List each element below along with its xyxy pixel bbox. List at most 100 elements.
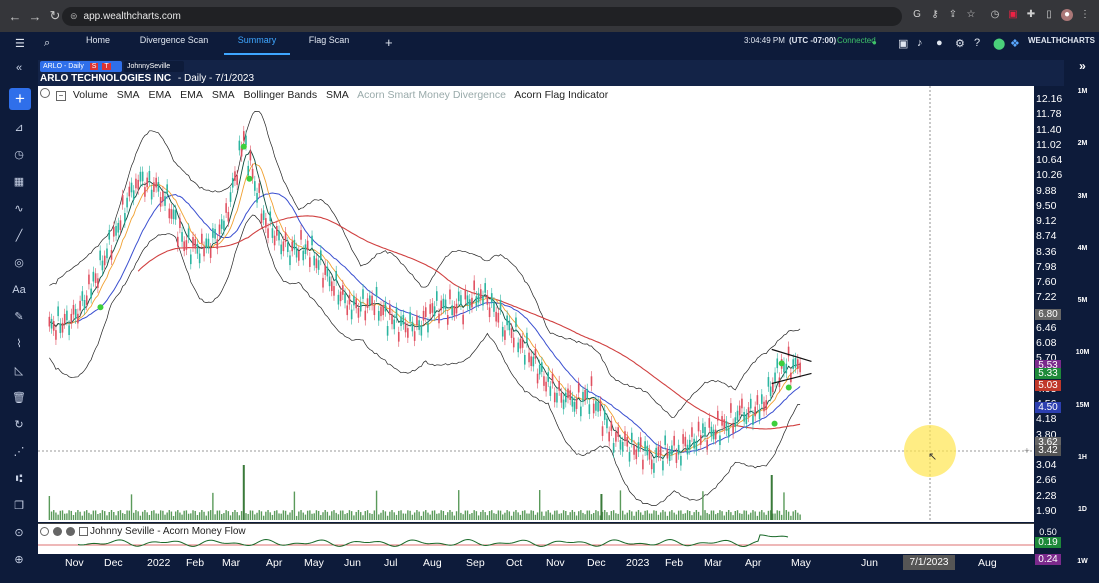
- shapes-tool-icon[interactable]: ◎: [10, 254, 28, 272]
- price-tick: 10.64: [1036, 154, 1063, 167]
- refresh-tool-icon[interactable]: ↻: [10, 416, 28, 434]
- timeframe-2m[interactable]: 2M: [1066, 140, 1099, 147]
- line-tool-icon[interactable]: ╱: [10, 227, 28, 245]
- tab-flag-scan[interactable]: Flag Scan: [303, 32, 355, 55]
- notification-icon[interactable]: ●: [936, 37, 943, 49]
- back-icon[interactable]: ←: [6, 9, 24, 24]
- timeframe-10m[interactable]: 10M: [1066, 349, 1099, 356]
- search-icon[interactable]: ⌕: [44, 37, 50, 50]
- signal-dot: [785, 384, 792, 391]
- kebab-menu-icon[interactable]: ⋮: [1079, 9, 1091, 21]
- month-label: Oct: [506, 557, 523, 569]
- timeframe-1h[interactable]: 1H: [1066, 454, 1099, 461]
- candle-body: [115, 226, 117, 236]
- timeframe-1d[interactable]: 1D: [1066, 506, 1099, 513]
- site-info-icon[interactable]: ⊜: [70, 11, 78, 22]
- save-icon[interactable]: ▣: [898, 37, 908, 50]
- bell-icon[interactable]: ♪: [917, 37, 923, 49]
- candle-body: [339, 291, 342, 302]
- chart-type-icon[interactable]: ⊿: [10, 119, 28, 137]
- timeframe-15m[interactable]: 15M: [1066, 402, 1099, 409]
- profile-avatar-icon[interactable]: ●: [1061, 9, 1073, 21]
- volume-bar: [484, 512, 486, 520]
- trash-icon[interactable]: 🗑: [10, 389, 28, 407]
- price-chart[interactable]: [38, 86, 1034, 522]
- volume-bar: [517, 512, 519, 520]
- candle-body: [553, 392, 556, 403]
- volume-bar: [480, 511, 482, 520]
- collapse-right-icon[interactable]: »: [1066, 59, 1099, 73]
- collapse-left-icon[interactable]: «: [10, 59, 28, 77]
- volume-bar: [530, 510, 532, 520]
- pencil-tool-icon[interactable]: ✎: [10, 308, 28, 326]
- add-tab-icon[interactable]: +: [385, 35, 393, 50]
- globe-icon[interactable]: ⊕: [10, 551, 28, 569]
- gear-icon[interactable]: ⚙: [955, 37, 965, 50]
- indicators-icon[interactable]: ⋰: [10, 443, 28, 461]
- candle-body: [148, 170, 151, 181]
- volume-bar: [449, 510, 451, 520]
- candle-body: [397, 331, 400, 342]
- volume-bar: [626, 512, 628, 520]
- star-icon[interactable]: ☆: [965, 9, 977, 21]
- puzzle-icon[interactable]: ✚: [1025, 9, 1037, 21]
- timezone[interactable]: (UTC -07:00): [789, 32, 836, 49]
- trend-tool-icon[interactable]: ∿: [10, 200, 28, 218]
- timeframe-5m[interactable]: 5M: [1066, 297, 1099, 304]
- clock-tool-icon[interactable]: ◷: [10, 146, 28, 164]
- google-icon[interactable]: G: [911, 9, 923, 21]
- timeframe-1w[interactable]: 1W: [1066, 558, 1099, 565]
- sidepanel-icon[interactable]: ▯: [1043, 9, 1055, 21]
- key-icon[interactable]: ⚷: [929, 9, 941, 21]
- text-tool-icon[interactable]: Aa: [10, 281, 28, 299]
- forward-icon[interactable]: →: [26, 9, 44, 24]
- tab-divergence-scan[interactable]: Divergence Scan: [138, 32, 210, 55]
- candle-body: [639, 437, 642, 447]
- timeframe-4m[interactable]: 4M: [1066, 245, 1099, 252]
- volume-bar: [610, 511, 613, 520]
- help-icon[interactable]: ?: [974, 37, 980, 49]
- osc-collapse-icon[interactable]: [79, 527, 88, 536]
- ticker-pill[interactable]: ARLO - Daily S T: [40, 61, 122, 72]
- calendar-icon[interactable]: ▦: [10, 173, 28, 191]
- hamburger-menu-icon[interactable]: ☰: [15, 37, 25, 50]
- volume-bar: [344, 514, 346, 520]
- tab-home[interactable]: Home: [74, 32, 122, 55]
- strategy-icon[interactable]: ⑆: [10, 470, 28, 488]
- add-chart-button[interactable]: +: [9, 88, 31, 110]
- volume-bar: [756, 515, 759, 520]
- candle-body: [57, 306, 59, 317]
- candle-body: [680, 455, 682, 466]
- volume-bar: [113, 512, 115, 520]
- osc-settings-icon[interactable]: [40, 527, 49, 536]
- user-pill[interactable]: JohnnySeville: [124, 61, 184, 72]
- volume-bar: [495, 513, 497, 520]
- volume-bar: [444, 515, 447, 520]
- ruler-tool-icon[interactable]: ⌇: [10, 335, 28, 353]
- address-bar[interactable]: ⊜ app.wealthcharts.com: [62, 7, 902, 26]
- volume-bar: [265, 511, 267, 520]
- candle-body: [128, 186, 131, 197]
- timeframe-1m[interactable]: 1M: [1066, 88, 1099, 95]
- measure-tool-icon[interactable]: ◺: [10, 362, 28, 380]
- osc-eye-icon[interactable]: [53, 527, 62, 536]
- timeframe-3m[interactable]: 3M: [1066, 193, 1099, 200]
- month-label: Jun: [861, 557, 878, 569]
- extension-clock-icon[interactable]: ◷: [989, 9, 1001, 21]
- volume-bar: [251, 510, 254, 520]
- candle-body: [254, 181, 256, 191]
- candle-body: [375, 286, 378, 297]
- share-icon[interactable]: ⇪: [947, 9, 959, 21]
- volume-bar: [174, 511, 177, 520]
- tab-summary[interactable]: Summary: [224, 32, 290, 55]
- location-pin-icon[interactable]: ⬤: [993, 37, 1005, 50]
- osc-close-icon[interactable]: [66, 527, 75, 536]
- target-icon[interactable]: ⊙: [10, 524, 28, 542]
- candle-body: [333, 286, 335, 296]
- price-tick: 7.22: [1036, 291, 1057, 304]
- candle-body: [741, 398, 743, 409]
- volume-bar: [668, 511, 671, 520]
- extension-red-icon[interactable]: ▣: [1007, 9, 1019, 21]
- layers-icon[interactable]: ❐: [10, 497, 28, 515]
- volume-bar: [384, 511, 387, 520]
